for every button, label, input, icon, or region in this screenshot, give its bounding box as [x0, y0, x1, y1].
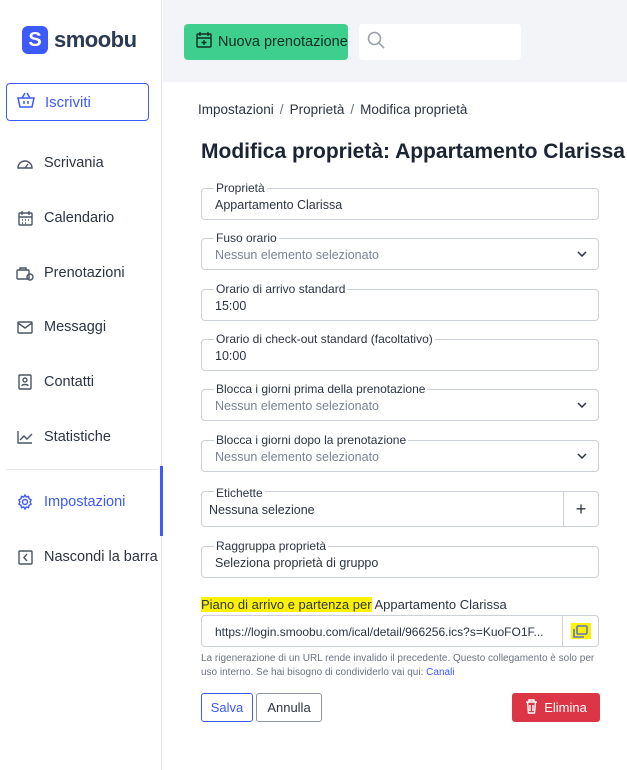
basket-icon	[17, 92, 35, 112]
ical-title: Piano di arrivo e partenza per Appartame…	[201, 597, 507, 612]
sidebar-item-label: Contatti	[44, 374, 94, 390]
sidebar-item-dashboard[interactable]: Scrivania	[0, 143, 162, 183]
ical-url-field[interactable]: https://login.smoobu.com/ical/detail/966…	[201, 615, 599, 647]
ical-url-value: https://login.smoobu.com/ical/detail/966…	[215, 625, 544, 639]
breadcrumb-separator: /	[350, 102, 355, 117]
top-header: Nuova prenotazione	[163, 0, 627, 82]
chevron-down-icon	[576, 399, 588, 411]
logo[interactable]: S smoobu	[22, 26, 137, 54]
sidebar-item-messages[interactable]: Messaggi	[0, 307, 162, 347]
property-label: Proprietà	[214, 181, 267, 195]
cancel-button[interactable]: Annulla	[256, 693, 322, 722]
logo-mark: S	[22, 26, 48, 54]
breadcrumb-settings[interactable]: Impostazioni	[198, 102, 274, 117]
search-icon	[367, 31, 385, 54]
sidebar-divider	[6, 469, 158, 470]
chart-icon	[16, 428, 34, 446]
ical-title-highlight: Piano di arrivo e partenza per	[201, 597, 372, 612]
trash-icon	[525, 698, 538, 717]
sidebar-item-label: Messaggi	[44, 319, 107, 335]
subscribe-button[interactable]: Iscriviti	[6, 83, 149, 121]
chevron-down-icon	[576, 248, 588, 260]
ical-title-property: Appartamento Clarissa	[371, 597, 507, 612]
mail-icon	[16, 318, 34, 336]
chevron-down-icon	[576, 450, 588, 462]
checkout-time-value: 10:00	[215, 349, 247, 363]
timezone-select[interactable]: Fuso orario Nessun elemento selezionato	[201, 231, 599, 270]
sidebar-item-statistics[interactable]: Statistiche	[0, 417, 162, 457]
arrival-time-field[interactable]: Orario di arrivo standard 15:00	[201, 282, 599, 321]
sidebar-item-contacts[interactable]: Contatti	[0, 362, 162, 402]
dashboard-icon	[16, 154, 34, 172]
search-input[interactable]	[359, 24, 521, 60]
sidebar-item-hide-bar[interactable]: Nascondi la barra	[0, 537, 162, 577]
sidebar-item-label: Scrivania	[44, 155, 104, 171]
group-label: Raggruppa proprietà	[214, 539, 329, 553]
breadcrumb: Impostazioni / Proprietà / Modifica prop…	[198, 102, 467, 117]
logo-text: smoobu	[54, 27, 137, 52]
timezone-label: Fuso orario	[214, 231, 279, 245]
group-select[interactable]: Raggruppa proprietà Seleziona proprietà …	[201, 539, 599, 578]
sidebar-item-label: Prenotazioni	[44, 265, 125, 281]
collapse-icon	[16, 548, 34, 566]
ical-help-text: La rigenerazione di un URL rende invalid…	[201, 652, 611, 680]
subscribe-label: Iscriviti	[45, 93, 91, 111]
sidebar-item-label: Calendario	[44, 210, 115, 226]
tags-field[interactable]: Etichette Nessuna selezione +	[201, 486, 599, 527]
property-value: Appartamento Clarissa	[215, 198, 343, 212]
sidebar: S smoobu Iscriviti Scrivania Calendario …	[0, 0, 163, 770]
calendar-icon	[16, 209, 34, 227]
ical-help-body: La rigenerazione di un URL rende invalid…	[201, 653, 595, 678]
block-after-label: Blocca i giorni dopo la prenotazione	[214, 433, 409, 447]
add-tag-button[interactable]: +	[563, 492, 598, 526]
copy-icon	[570, 623, 591, 639]
tags-value: Nessuna selezione	[209, 503, 315, 517]
block-after-select[interactable]: Blocca i giorni dopo la prenotazione Nes…	[201, 433, 599, 472]
sidebar-item-settings[interactable]: Impostazioni	[0, 466, 163, 536]
copy-url-button[interactable]	[562, 616, 598, 646]
delete-label: Elimina	[544, 700, 587, 715]
sidebar-item-label: Statistiche	[44, 429, 111, 445]
channels-link[interactable]: Canali	[426, 667, 454, 678]
block-after-value: Nessun elemento selezionato	[215, 450, 379, 464]
breadcrumb-current: Modifica proprietà	[360, 102, 468, 117]
block-before-label: Blocca i giorni prima della prenotazione	[214, 382, 428, 396]
sidebar-item-label: Impostazioni	[44, 494, 126, 510]
checkout-time-label: Orario di check-out standard (facoltativ…	[214, 332, 435, 346]
new-booking-label: Nuova prenotazione	[218, 34, 348, 50]
new-booking-button[interactable]: Nuova prenotazione	[184, 24, 348, 60]
checkout-time-field[interactable]: Orario di check-out standard (facoltativ…	[201, 332, 599, 371]
breadcrumb-separator: /	[279, 102, 284, 117]
gear-icon	[16, 493, 34, 511]
contacts-icon	[16, 373, 34, 391]
delete-button[interactable]: Elimina	[512, 693, 600, 722]
calendar-plus-icon	[196, 32, 212, 52]
page-title: Modifica proprietà: Appartamento Clariss…	[201, 140, 625, 163]
arrival-time-label: Orario di arrivo standard	[214, 282, 348, 296]
block-before-select[interactable]: Blocca i giorni prima della prenotazione…	[201, 382, 599, 421]
group-value: Seleziona proprietà di gruppo	[215, 556, 379, 570]
sidebar-item-calendar[interactable]: Calendario	[0, 198, 162, 238]
tags-label: Etichette	[214, 486, 265, 500]
property-field[interactable]: Proprietà Appartamento Clarissa	[201, 181, 599, 220]
bookings-icon	[16, 264, 34, 282]
timezone-value: Nessun elemento selezionato	[215, 248, 379, 262]
breadcrumb-properties[interactable]: Proprietà	[290, 102, 345, 117]
sidebar-item-label: Nascondi la barra	[44, 549, 158, 565]
sidebar-item-bookings[interactable]: Prenotazioni	[0, 253, 162, 293]
save-button[interactable]: Salva	[201, 693, 253, 722]
arrival-time-value: 15:00	[215, 299, 247, 313]
block-before-value: Nessun elemento selezionato	[215, 399, 379, 413]
